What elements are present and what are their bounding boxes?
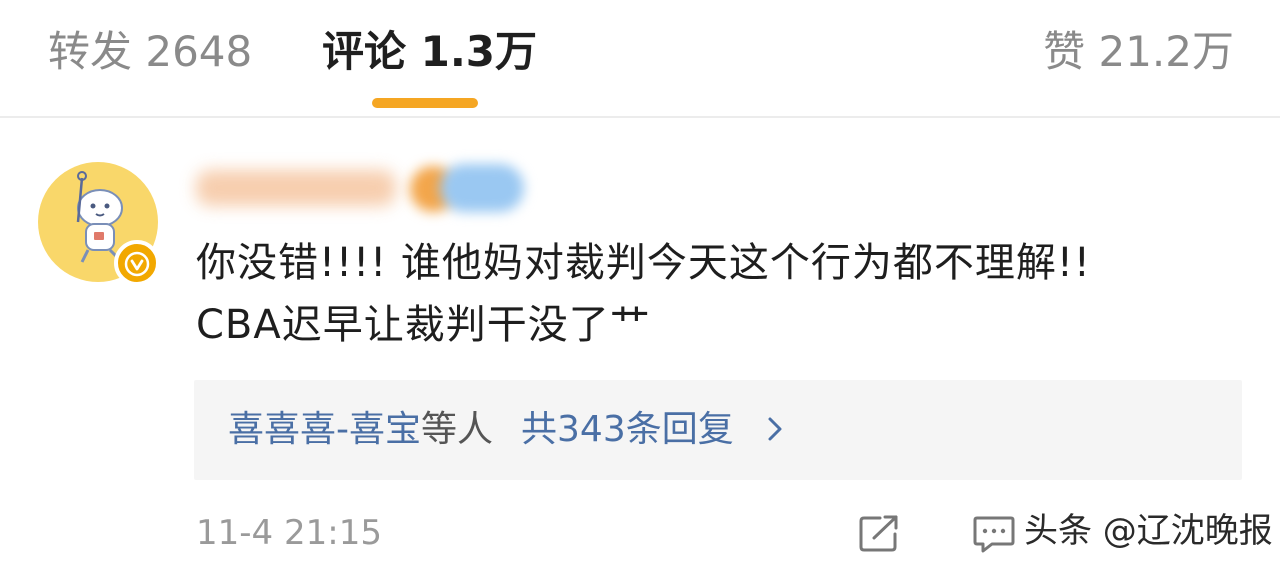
reply-others-label: 等人 bbox=[421, 409, 494, 450]
comment-timestamp: 11-4 21:15 bbox=[196, 513, 382, 553]
username-blurred[interactable] bbox=[196, 170, 396, 206]
source-watermark: 头条 @辽沈晚报 bbox=[1024, 511, 1273, 551]
comment-text-line-2: CBA迟早让裁判干没了艹 bbox=[196, 302, 651, 348]
tab-reposts[interactable]: 转发 2648 bbox=[48, 24, 252, 80]
tab-bar: 转发 2648 评论 1.3万 赞 21.2万 bbox=[0, 0, 1280, 118]
comment-text-line-1: 你没错!!!! 谁他妈对裁判今天这个行为都不理解!! bbox=[196, 240, 1091, 286]
comment-icon[interactable] bbox=[972, 514, 1016, 558]
tab-comments[interactable]: 评论 1.3万 bbox=[322, 24, 537, 80]
reply-count[interactable]: 共343条回复 bbox=[521, 409, 734, 450]
chevron-right-icon bbox=[767, 405, 783, 457]
comment-text: 你没错!!!! 谁他妈对裁判今天这个行为都不理解!! CBA迟早让裁判干没了艹 bbox=[196, 232, 1256, 356]
replies-preview[interactable]: 喜喜喜-喜宝等人 共343条回复 bbox=[194, 380, 1242, 480]
reply-users[interactable]: 喜喜喜-喜宝 bbox=[228, 409, 421, 450]
active-tab-indicator bbox=[372, 98, 478, 108]
tab-likes[interactable]: 赞 21.2万 bbox=[1043, 24, 1234, 80]
verified-badge bbox=[114, 240, 160, 286]
user-tag-blurred bbox=[440, 164, 524, 212]
verified-check-icon bbox=[124, 251, 150, 277]
replies-summary: 喜喜喜-喜宝等人 共343条回复 bbox=[228, 404, 783, 457]
share-icon[interactable] bbox=[858, 514, 900, 556]
